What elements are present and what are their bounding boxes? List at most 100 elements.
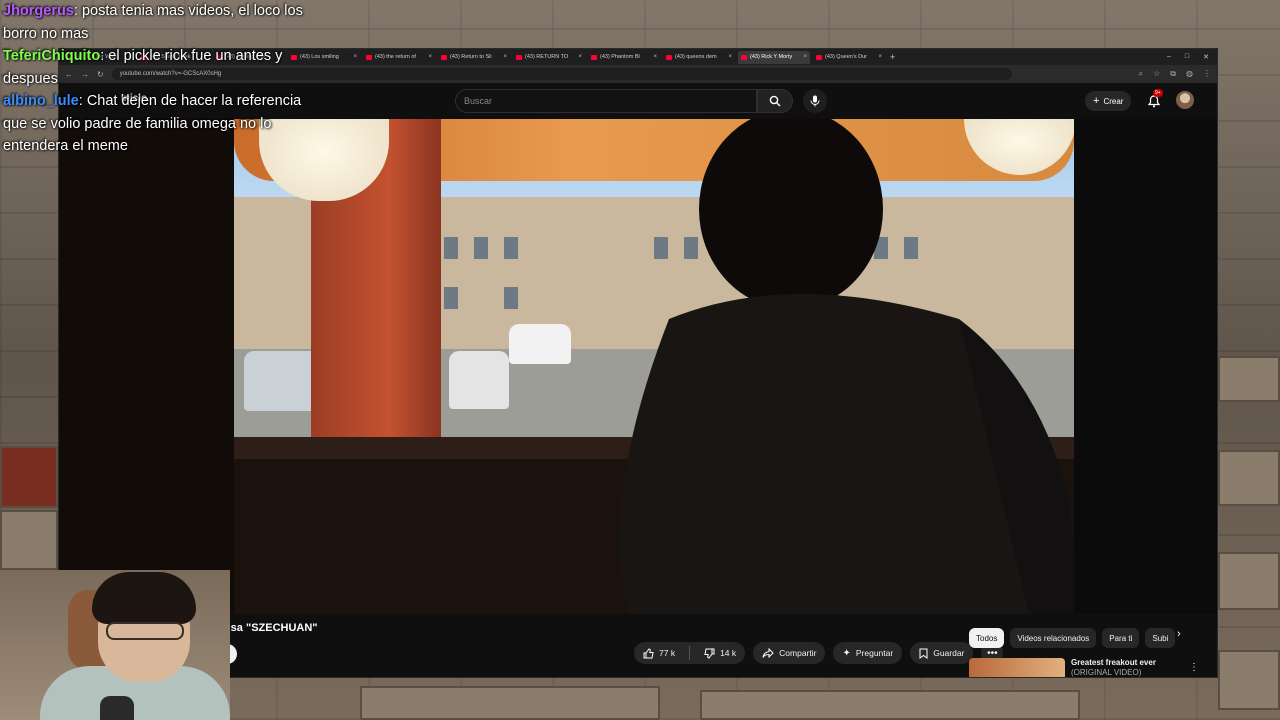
close-tab-icon[interactable]: × [428,54,432,60]
youtube-favicon-icon [816,54,822,60]
close-tab-icon[interactable]: × [878,54,882,60]
youtube-favicon-icon [441,54,447,60]
recommended-title-block: Greatest freakout ever (ORIGINAL VIDEO) [1071,658,1156,677]
overlay-brick [700,690,1080,720]
browser-tab[interactable]: (43) the return of × [363,51,435,64]
recommended-title[interactable]: Greatest freakout ever [1071,658,1156,668]
tab-label: (43) Queen's Dur [825,54,868,60]
save-label: Guardar [933,648,965,658]
kebab-menu-icon[interactable]: ⋮ [1189,662,1199,673]
stream-chat-overlay: Jhorgerus: posta tenia mas videos, el lo… [3,0,323,158]
search-button[interactable] [757,89,793,113]
video-left-wall [59,119,234,614]
overlay-brick [1218,650,1280,710]
overlay-brick [360,686,660,720]
chip-filter[interactable]: Todos [969,628,1005,648]
youtube-favicon-icon [591,54,597,60]
browser-tab[interactable]: (43) Phantom Bl × [588,51,660,64]
extensions-icon[interactable]: ⧉ [1170,69,1176,79]
webcam-glasses [106,622,184,640]
share-icon [762,648,774,658]
tab-label: (43) Phantom Bl [600,54,640,60]
video-side-panel [1074,119,1217,614]
dislike-count: 14 k [720,648,737,658]
notification-badge: 9+ [1153,89,1163,97]
browser-tab[interactable]: (43) Return to Sli × [438,51,510,64]
maximize-icon[interactable]: □ [1185,53,1189,61]
overlay-brick [1218,450,1280,506]
video-car [449,351,509,409]
close-window-icon[interactable]: ✕ [1203,53,1209,61]
recommended-thumbnail[interactable] [969,658,1065,677]
webcam-hair [92,572,196,624]
youtube-favicon-icon [366,54,372,60]
chat-separator: : [73,3,82,19]
chat-message: TeferiChiquito: el pickle rick fue un an… [3,45,323,90]
ask-button[interactable]: ✦ Preguntar [833,642,903,664]
browser-tab[interactable]: (43) RETURN TO × [513,51,585,64]
close-tab-icon[interactable]: × [578,54,582,60]
zoom-icon[interactable]: ⌕ [1139,69,1143,79]
chip-filter[interactable]: Para ti [1102,628,1140,648]
chat-separator: : [78,93,87,109]
bookmark-icon [919,648,928,659]
overlay-brick [1218,356,1280,402]
close-tab-icon[interactable]: × [353,54,357,60]
tab-label: (43) RETURN TO [525,54,569,60]
bookmark-star-icon[interactable]: ☆ [1153,69,1160,79]
recommended-subtitle: (ORIGINAL VIDEO) [1071,668,1142,677]
recommended-video[interactable]: Greatest freakout ever (ORIGINAL VIDEO) [969,658,1156,677]
overlay-brick [1218,552,1280,610]
chat-message: albino_lule: Chat dejen de hacer la refe… [3,90,323,158]
browser-tab[interactable]: (43) queens dem × [663,51,735,64]
share-label: Compartir [779,648,817,658]
address-icons: ⌕ ☆ ⧉ ◍ ⋮ [1139,69,1211,79]
profile-icon[interactable]: ◍ [1186,69,1193,79]
search-icon [769,95,781,107]
youtube-favicon-icon [516,54,522,60]
tab-label: (43) queens dem [675,54,717,60]
microphone-icon [100,696,134,720]
account-avatar[interactable] [1176,91,1194,109]
like-button[interactable]: 77 k [634,642,684,664]
like-count: 77 k [659,648,676,658]
minimize-icon[interactable]: – [1167,53,1171,61]
browser-tab[interactable]: (43) Queen's Dur × [813,51,885,64]
thumbs-down-icon [704,648,715,659]
create-label: Crear [1103,96,1124,106]
video-meta-bar: a Salsa "SZECHUAN" ribirse 77 k 14 k Com… [59,614,1217,677]
tab-label: (43) Return to Sli [450,54,492,60]
close-tab-icon[interactable]: × [503,54,507,60]
dislike-button[interactable]: 14 k [695,642,745,664]
sparkle-icon: ✦ [842,647,851,659]
more-icon: ••• [987,647,998,659]
chat-username: Jhorgerus [3,3,74,19]
close-tab-icon[interactable]: × [728,54,732,60]
close-tab-icon[interactable]: × [653,54,657,60]
chip-filter[interactable]: Subi [1145,628,1176,648]
save-button[interactable]: Guardar [910,642,974,664]
youtube-favicon-icon [666,54,672,60]
new-tab-icon[interactable]: + [890,52,895,62]
youtube-favicon-icon [741,54,747,60]
video-player[interactable] [59,119,1217,614]
video-actions: 77 k 14 k Compartir ✦ Preguntar Guardar [634,642,1004,664]
chip-filter[interactable]: Videos relacionados [1010,628,1097,648]
silhouette-figure [620,119,1074,614]
create-button[interactable]: + Crear [1085,91,1132,111]
chevron-right-icon[interactable]: › [1177,628,1181,640]
close-tab-icon[interactable]: × [803,54,807,60]
recommendation-chips: Todos Videos relacionados Para ti Subi [969,628,1176,648]
share-button[interactable]: Compartir [753,642,826,664]
voice-search-button[interactable] [803,89,827,113]
chat-username: albino_lule [3,93,79,109]
chat-message: Jhorgerus: posta tenia mas videos, el lo… [3,0,323,45]
tab-label: (43) the return of [375,54,416,60]
search-input[interactable]: Buscar [455,89,757,113]
overlay-brick [0,510,58,570]
browser-tab[interactable]: (43) Rick Y Morty × [738,50,810,64]
overlay-brick [0,446,58,508]
tab-label: (43) Rick Y Morty [750,54,793,60]
mic-icon [810,95,820,107]
browser-menu-icon[interactable]: ⋮ [1203,69,1211,79]
